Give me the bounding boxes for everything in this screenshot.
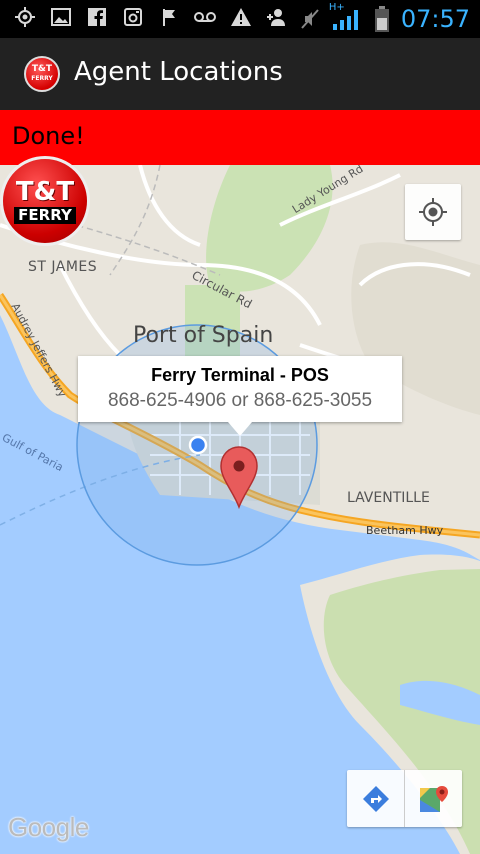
map-label-st-james: ST JAMES xyxy=(28,259,97,275)
map-label-port-of-spain: Port of Spain xyxy=(133,323,273,348)
marker-info-window[interactable]: Ferry Terminal - POS 868-625-4906 or 868… xyxy=(78,356,402,422)
park-north xyxy=(206,165,333,292)
mute-icon xyxy=(299,8,321,30)
map-view[interactable]: ST JAMES Port of Spain Circular Rd Lady … xyxy=(0,165,480,854)
action-bar: T&TFERRY Agent Locations xyxy=(0,38,480,110)
info-window-phones: 868-625-4906 or 868-625-3055 xyxy=(78,390,402,412)
directions-icon xyxy=(361,784,391,814)
notification-icons xyxy=(14,6,288,28)
clock: 07:57 xyxy=(401,5,470,33)
battery-icon xyxy=(371,8,393,30)
map-label-laventille: LAVENTILLE xyxy=(347,490,430,506)
info-window-title: Ferry Terminal - POS xyxy=(78,365,402,386)
logo-line-2: FERRY xyxy=(31,75,52,82)
voicemail-icon xyxy=(194,6,216,28)
logo-line-1: T&T xyxy=(32,64,52,74)
user-location-dot xyxy=(190,437,206,453)
gps-icon xyxy=(14,6,36,28)
facebook-icon xyxy=(86,6,108,28)
google-attribution: Google xyxy=(8,812,89,843)
google-maps-icon xyxy=(418,784,450,814)
status-banner: Done! xyxy=(0,110,480,165)
app-logo-text: T&TFERRY xyxy=(31,65,52,83)
tt-ferry-logo: T&T FERRY xyxy=(0,156,90,246)
warning-icon xyxy=(230,6,252,28)
tt-ferry-logo-line-1: T&T xyxy=(16,179,74,205)
add-user-icon xyxy=(266,6,288,28)
map-toolbar xyxy=(347,770,462,827)
crosshair-icon xyxy=(418,197,448,227)
status-banner-text: Done! xyxy=(12,122,85,150)
tt-ferry-logo-line-2: FERRY xyxy=(14,207,76,224)
flag-icon xyxy=(158,6,180,28)
status-indicators: H+ 07:57 xyxy=(299,4,470,34)
open-in-maps-button[interactable] xyxy=(404,770,462,827)
app-logo-icon[interactable]: T&TFERRY xyxy=(24,56,60,92)
signal-icon: H+ xyxy=(329,4,363,34)
my-location-button[interactable] xyxy=(405,184,461,240)
image-icon xyxy=(50,6,72,28)
directions-button[interactable] xyxy=(347,770,404,827)
map-label-beetham-hwy: Beetham Hwy xyxy=(366,524,443,537)
page-title: Agent Locations xyxy=(74,57,283,87)
instagram-icon xyxy=(122,6,144,28)
status-bar: H+ 07:57 xyxy=(0,0,480,38)
